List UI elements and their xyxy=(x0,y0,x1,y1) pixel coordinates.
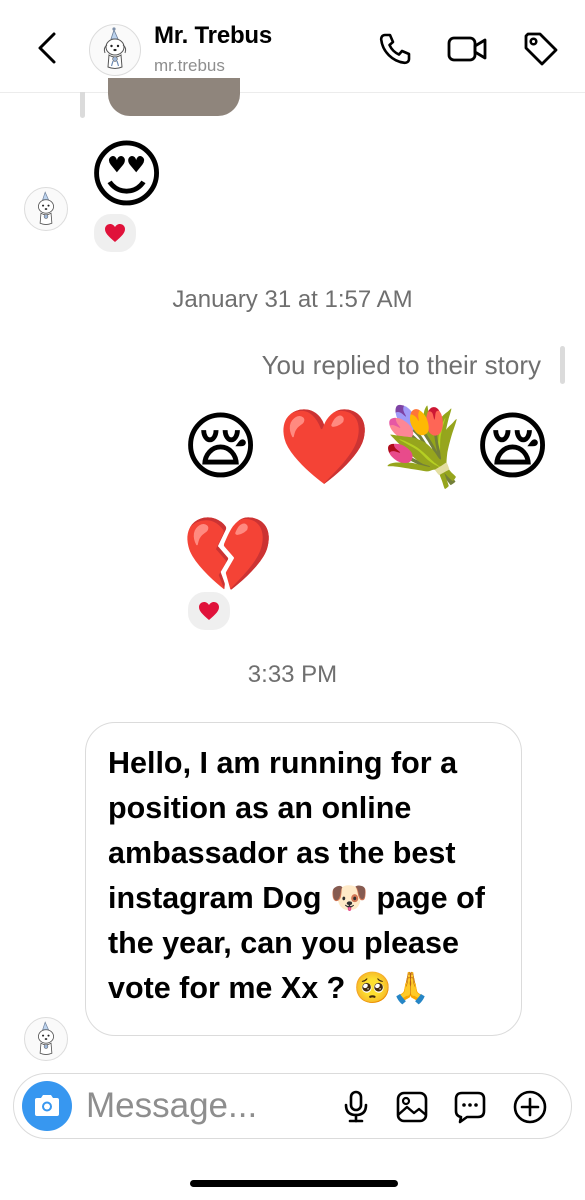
sent-emoji[interactable]: ❤️ xyxy=(278,410,370,484)
story-reply-label[interactable]: You replied to their story xyxy=(262,350,541,381)
message-composer xyxy=(13,1073,572,1139)
more-options-button[interactable] xyxy=(511,1088,549,1126)
sent-emoji[interactable]: 💔 xyxy=(182,518,274,592)
message-reaction[interactable] xyxy=(186,590,232,632)
tag-icon xyxy=(524,32,558,66)
microphone-icon xyxy=(344,1090,368,1123)
sender-avatar[interactable] xyxy=(24,187,68,231)
story-reply-bar xyxy=(560,346,565,384)
gallery-icon xyxy=(396,1091,428,1123)
story-reply-bar xyxy=(80,92,85,118)
chat-header: Mr. Trebus mr.trebus xyxy=(0,0,585,93)
back-chevron-icon xyxy=(38,32,56,64)
avatar[interactable] xyxy=(89,24,141,76)
contact-username[interactable]: mr.trebus xyxy=(154,56,225,76)
story-thumbnail[interactable] xyxy=(108,78,240,116)
heart-reaction-icon xyxy=(199,602,219,620)
received-message-bubble[interactable]: Hello, I am running for a position as an… xyxy=(85,722,522,1036)
audio-call-button[interactable] xyxy=(374,28,416,70)
phone-icon xyxy=(379,33,411,65)
video-camera-icon xyxy=(447,36,487,62)
sent-emoji[interactable]: 😪 xyxy=(474,410,551,484)
tag-button[interactable] xyxy=(520,28,562,70)
contact-name[interactable]: Mr. Trebus xyxy=(154,22,272,50)
message-input[interactable] xyxy=(86,1082,316,1130)
heart-reaction-icon xyxy=(105,224,125,242)
camera-icon xyxy=(35,1095,59,1116)
gallery-button[interactable] xyxy=(393,1088,431,1126)
sent-emoji[interactable]: 😪 xyxy=(182,410,259,484)
sticker-icon xyxy=(454,1091,486,1124)
received-emoji-message[interactable]: 😍 xyxy=(88,138,165,212)
sender-avatar[interactable] xyxy=(24,1017,68,1061)
message-reaction[interactable] xyxy=(92,212,138,254)
dog-avatar-icon xyxy=(103,27,127,69)
camera-button[interactable] xyxy=(22,1081,72,1131)
video-call-button[interactable] xyxy=(446,28,488,70)
message-timestamp: January 31 at 1:57 AM xyxy=(172,286,413,313)
sticker-button[interactable] xyxy=(451,1088,489,1126)
message-timestamp: 3:33 PM xyxy=(247,661,338,688)
dog-avatar-icon xyxy=(38,1021,54,1055)
voice-message-button[interactable] xyxy=(337,1088,375,1126)
plus-icon xyxy=(513,1090,547,1124)
home-indicator[interactable] xyxy=(190,1180,398,1187)
back-button[interactable] xyxy=(28,28,66,68)
dog-avatar-icon xyxy=(38,191,54,225)
sent-emoji[interactable]: 💐 xyxy=(376,410,468,484)
